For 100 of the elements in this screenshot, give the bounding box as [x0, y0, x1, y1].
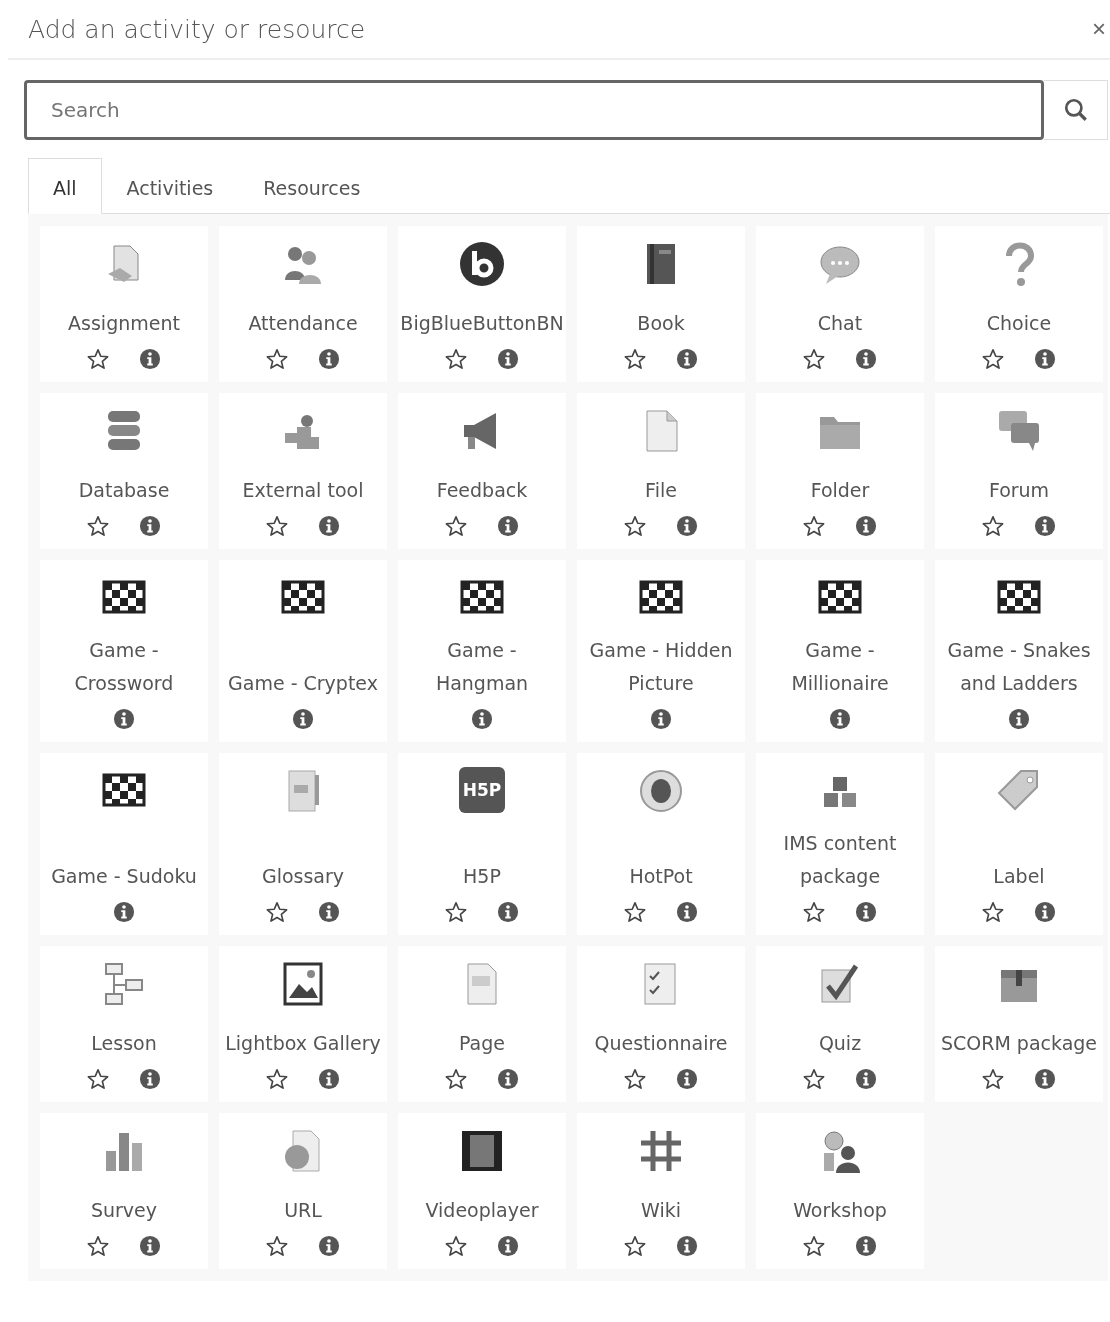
info-icon[interactable]: [497, 1068, 519, 1090]
star-icon[interactable]: [445, 1235, 467, 1257]
info-icon[interactable]: [855, 901, 877, 923]
star-icon[interactable]: [982, 515, 1004, 537]
activity-tile[interactable]: Workshop: [756, 1113, 924, 1269]
activity-tile[interactable]: Lesson: [40, 946, 208, 1102]
activity-tile[interactable]: H5P H5P: [398, 753, 566, 935]
activity-tile[interactable]: Page: [398, 946, 566, 1102]
star-icon[interactable]: [982, 1068, 1004, 1090]
info-icon[interactable]: [318, 515, 340, 537]
star-icon[interactable]: [266, 1068, 288, 1090]
star-icon[interactable]: [266, 348, 288, 370]
info-icon[interactable]: [139, 1235, 161, 1257]
activity-tile[interactable]: File: [577, 393, 745, 549]
activity-tile[interactable]: Forum: [935, 393, 1103, 549]
star-icon[interactable]: [982, 901, 1004, 923]
activity-tile[interactable]: Survey: [40, 1113, 208, 1269]
info-icon[interactable]: [1034, 1068, 1056, 1090]
activity-tile[interactable]: Attendance: [219, 226, 387, 382]
info-icon[interactable]: [676, 901, 698, 923]
info-icon[interactable]: [829, 708, 851, 730]
tab[interactable]: Activities: [101, 158, 239, 214]
tab[interactable]: Resources: [238, 158, 386, 214]
info-icon[interactable]: [497, 515, 519, 537]
star-icon[interactable]: [87, 348, 109, 370]
info-icon[interactable]: [471, 708, 493, 730]
search-button[interactable]: [1044, 80, 1108, 140]
activity-tile[interactable]: Book: [577, 226, 745, 382]
info-icon[interactable]: [650, 708, 672, 730]
star-icon[interactable]: [803, 348, 825, 370]
activity-tile[interactable]: Glossary: [219, 753, 387, 935]
info-icon[interactable]: [139, 348, 161, 370]
info-icon[interactable]: [676, 1235, 698, 1257]
info-icon[interactable]: [497, 348, 519, 370]
activity-tile[interactable]: Questionnaire: [577, 946, 745, 1102]
info-icon[interactable]: [139, 1068, 161, 1090]
star-icon[interactable]: [87, 1068, 109, 1090]
star-icon[interactable]: [803, 1235, 825, 1257]
star-icon[interactable]: [445, 1068, 467, 1090]
tab[interactable]: All: [28, 158, 102, 214]
info-icon[interactable]: [113, 708, 135, 730]
activity-tile[interactable]: HotPot: [577, 753, 745, 935]
info-icon[interactable]: [113, 901, 135, 923]
search-field[interactable]: Search: [24, 80, 1044, 140]
activity-tile[interactable]: Game - Hidden Picture: [577, 560, 745, 742]
activity-tile[interactable]: Videoplayer: [398, 1113, 566, 1269]
star-icon[interactable]: [445, 348, 467, 370]
activity-tile[interactable]: IMS content package: [756, 753, 924, 935]
activity-tile[interactable]: Game - Cryptex: [219, 560, 387, 742]
activity-tile[interactable]: Feedback: [398, 393, 566, 549]
info-icon[interactable]: [318, 348, 340, 370]
info-icon[interactable]: [292, 708, 314, 730]
info-icon[interactable]: [139, 515, 161, 537]
activity-tile[interactable]: Lightbox Gallery: [219, 946, 387, 1102]
star-icon[interactable]: [982, 348, 1004, 370]
activity-tile[interactable]: Wiki: [577, 1113, 745, 1269]
activity-tile[interactable]: Game - Snakes and Ladders: [935, 560, 1103, 742]
info-icon[interactable]: [1034, 515, 1056, 537]
star-icon[interactable]: [624, 1235, 646, 1257]
info-icon[interactable]: [855, 1235, 877, 1257]
activity-tile[interactable]: Folder: [756, 393, 924, 549]
activity-tile[interactable]: Label: [935, 753, 1103, 935]
star-icon[interactable]: [266, 901, 288, 923]
info-icon[interactable]: [318, 901, 340, 923]
info-icon[interactable]: [318, 1235, 340, 1257]
info-icon[interactable]: [497, 1235, 519, 1257]
activity-tile[interactable]: Chat: [756, 226, 924, 382]
activity-tile[interactable]: Quiz: [756, 946, 924, 1102]
activity-tile[interactable]: BigBlueButtonBN: [398, 226, 566, 382]
info-icon[interactable]: [676, 1068, 698, 1090]
activity-tile[interactable]: Game - Millionaire: [756, 560, 924, 742]
activity-tile[interactable]: URL: [219, 1113, 387, 1269]
close-button[interactable]: ×: [1088, 15, 1110, 43]
star-icon[interactable]: [803, 1068, 825, 1090]
star-icon[interactable]: [624, 515, 646, 537]
info-icon[interactable]: [855, 1068, 877, 1090]
info-icon[interactable]: [1034, 901, 1056, 923]
star-icon[interactable]: [87, 515, 109, 537]
star-icon[interactable]: [445, 515, 467, 537]
info-icon[interactable]: [497, 901, 519, 923]
activity-tile[interactable]: Game - Crossword: [40, 560, 208, 742]
star-icon[interactable]: [266, 1235, 288, 1257]
star-icon[interactable]: [803, 515, 825, 537]
star-icon[interactable]: [624, 1068, 646, 1090]
activity-tile[interactable]: Database: [40, 393, 208, 549]
activity-tile[interactable]: Game - Hangman: [398, 560, 566, 742]
info-icon[interactable]: [676, 515, 698, 537]
star-icon[interactable]: [445, 901, 467, 923]
info-icon[interactable]: [1034, 348, 1056, 370]
info-icon[interactable]: [318, 1068, 340, 1090]
activity-tile[interactable]: Choice: [935, 226, 1103, 382]
star-icon[interactable]: [803, 901, 825, 923]
activity-tile[interactable]: Game - Sudoku: [40, 753, 208, 935]
star-icon[interactable]: [266, 515, 288, 537]
activity-tile[interactable]: Assignment: [40, 226, 208, 382]
activity-tile[interactable]: External tool: [219, 393, 387, 549]
info-icon[interactable]: [855, 348, 877, 370]
star-icon[interactable]: [624, 901, 646, 923]
star-icon[interactable]: [624, 348, 646, 370]
activity-tile[interactable]: SCORM package: [935, 946, 1103, 1102]
